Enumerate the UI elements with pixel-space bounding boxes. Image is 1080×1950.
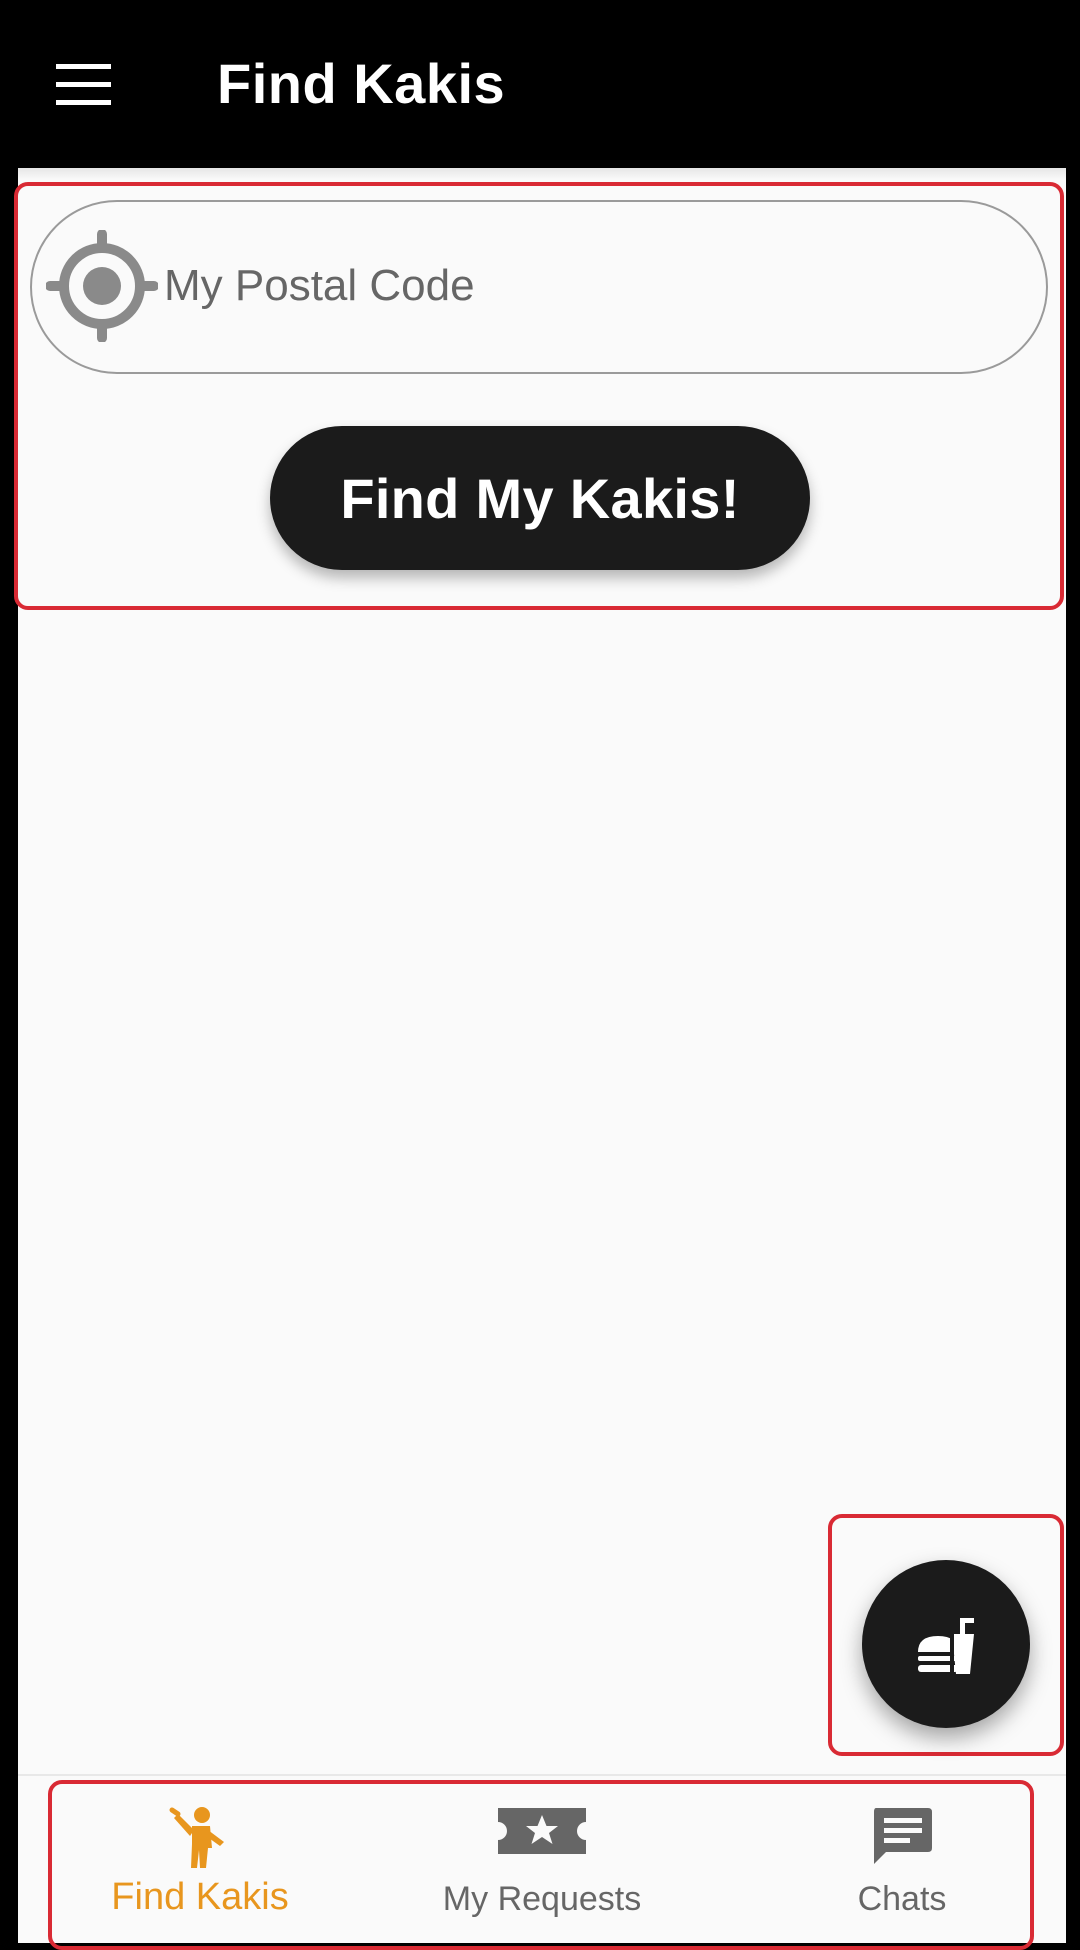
postal-code-input[interactable] — [164, 254, 1024, 318]
gps-target-icon[interactable] — [46, 230, 158, 342]
nav-item-find-kakis[interactable]: Find Kakis — [20, 1776, 380, 1945]
bottom-navigation: Find Kakis My Requests Chats — [18, 1774, 1066, 1950]
main-screen: Find My Kakis! Find Kakis — [14, 168, 1066, 1950]
app-bar: Find Kakis — [0, 0, 1080, 168]
chat-bubble-icon — [874, 1808, 932, 1864]
nav-item-label: Find Kakis — [111, 1876, 289, 1918]
nav-item-label: My Requests — [442, 1880, 642, 1918]
postal-search-panel: Find My Kakis! — [14, 182, 1064, 610]
appbar-shadow — [18, 168, 1066, 180]
person-waving-icon — [169, 1807, 224, 1868]
fastfood-icon — [918, 1618, 974, 1674]
nav-item-label: Chats — [857, 1880, 947, 1918]
hamburger-menu-icon[interactable] — [48, 58, 120, 112]
ticket-star-icon — [498, 1808, 586, 1854]
postal-code-field[interactable] — [30, 200, 1048, 374]
nav-item-my-requests[interactable]: My Requests — [362, 1776, 722, 1945]
nav-item-chats[interactable]: Chats — [722, 1776, 1080, 1945]
find-my-kakis-button[interactable]: Find My Kakis! — [270, 426, 810, 570]
fastfood-fab-button[interactable] — [862, 1560, 1030, 1728]
page-title: Find Kakis — [217, 52, 506, 115]
